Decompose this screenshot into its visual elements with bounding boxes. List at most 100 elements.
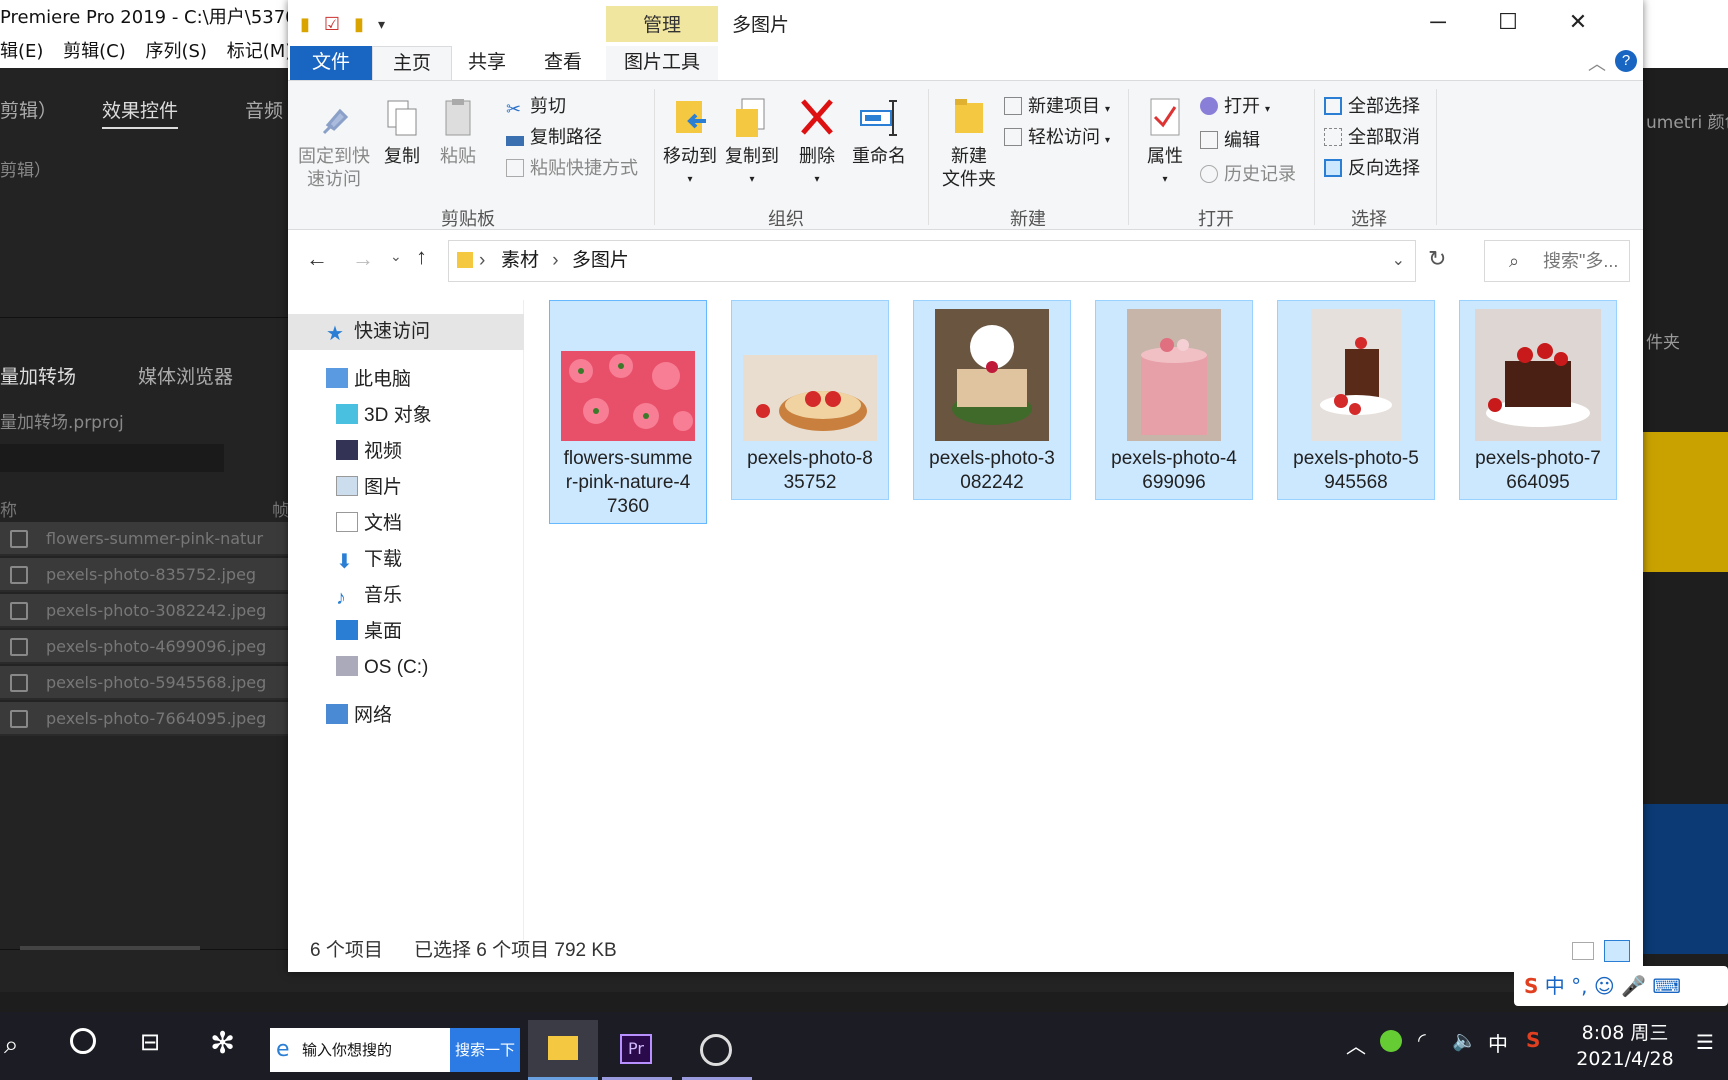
pin-quick-access-button[interactable]: 固定到快 速访问 bbox=[296, 95, 372, 191]
new-folder-qat-icon[interactable]: ▮ bbox=[354, 14, 364, 35]
delete-button[interactable]: 删除 ▾ bbox=[794, 95, 840, 191]
sogou-tray-icon[interactable]: S bbox=[1526, 1028, 1540, 1052]
history-button[interactable]: 历史记录 bbox=[1200, 161, 1296, 187]
forward-button[interactable]: → bbox=[352, 246, 374, 272]
menu-edit[interactable]: 辑(E) bbox=[0, 41, 43, 62]
manage-context-tab[interactable]: 管理 bbox=[606, 6, 718, 42]
sidebar-item-downloads[interactable]: ⬇ 下载 bbox=[336, 542, 402, 578]
easy-access-button[interactable]: 轻松访问 ▾ bbox=[1004, 124, 1110, 154]
file-item[interactable]: pexels-photo-5 945568 bbox=[1277, 300, 1435, 500]
tab-media-browser[interactable]: 媒体浏览器 bbox=[138, 362, 233, 389]
tab-view[interactable]: 查看 bbox=[524, 46, 602, 80]
task-view-icon[interactable]: ⊟ bbox=[140, 1028, 160, 1056]
menu-sequence[interactable]: 序列(S) bbox=[146, 41, 207, 62]
taskbar-premiere[interactable]: Pr bbox=[602, 1020, 672, 1080]
tab-effect-controls[interactable]: 效果控件 bbox=[102, 96, 179, 129]
project-item[interactable]: pexels-photo-5945568.jpeg bbox=[0, 666, 288, 700]
refresh-button[interactable]: ↻ bbox=[1428, 246, 1446, 272]
zoom-slider[interactable] bbox=[20, 946, 200, 950]
file-item[interactable]: pexels-photo-3 082242 bbox=[913, 300, 1071, 500]
pinwheel-app-icon[interactable]: ✻ bbox=[210, 1026, 235, 1061]
invert-selection-button[interactable]: 反向选择 bbox=[1324, 155, 1420, 181]
file-item[interactable]: flowers-summe r-pink-nature-4 7360 bbox=[549, 300, 707, 524]
search-icon[interactable]: ⌕ bbox=[4, 1030, 19, 1061]
sidebar-item-desktop[interactable]: 桌面 bbox=[336, 614, 402, 650]
sidebar-item-3d-objects[interactable]: 3D 对象 bbox=[336, 398, 432, 434]
sidebar-item-videos[interactable]: 视频 bbox=[336, 434, 402, 470]
ime-mode[interactable]: 中 bbox=[1545, 974, 1565, 998]
tab-picture-tools[interactable]: 图片工具 bbox=[606, 46, 718, 80]
breadcrumb-item[interactable]: 素材 bbox=[501, 250, 539, 271]
customize-qat-icon[interactable]: ▾ bbox=[378, 16, 385, 33]
select-all-button[interactable]: 全部选择 bbox=[1324, 93, 1420, 119]
new-item-button[interactable]: 新建项目 ▾ bbox=[1004, 93, 1110, 123]
sidebar-item-network[interactable]: 网络 bbox=[326, 698, 392, 734]
details-view-button[interactable] bbox=[1572, 942, 1594, 960]
keyboard-icon[interactable]: ⌨ bbox=[1652, 974, 1681, 998]
close-button[interactable]: ✕ bbox=[1543, 0, 1613, 44]
security-icon[interactable] bbox=[1380, 1030, 1402, 1052]
project-item[interactable]: pexels-photo-835752.jpeg bbox=[0, 558, 288, 592]
properties-qat-icon[interactable]: ☑ bbox=[324, 14, 340, 35]
clock[interactable]: 8:08 周三 2021/4/28 bbox=[1570, 1020, 1680, 1072]
address-dropdown-button[interactable]: ⌄ bbox=[1392, 241, 1405, 281]
open-button[interactable]: 打开 ▾ bbox=[1200, 93, 1270, 123]
rename-button[interactable]: 重命名 bbox=[846, 95, 912, 168]
sidebar-item-quick-access[interactable]: ★ 快速访问 bbox=[288, 314, 524, 350]
select-none-button[interactable]: 全部取消 bbox=[1324, 124, 1420, 150]
new-folder-button[interactable]: 新建 文件夹 bbox=[936, 95, 1002, 191]
copy-to-button[interactable]: 复制到 ▾ bbox=[722, 95, 782, 191]
column-name[interactable]: 称 bbox=[0, 496, 17, 521]
taskbar-search-button[interactable]: 搜索一下 bbox=[450, 1028, 520, 1072]
move-to-button[interactable]: 移动到 ▾ bbox=[660, 95, 720, 191]
minimize-button[interactable]: ─ bbox=[1403, 0, 1473, 44]
up-button[interactable]: ↑ bbox=[416, 244, 427, 270]
sidebar-item-os-drive[interactable]: OS (C:) bbox=[336, 650, 428, 686]
breadcrumb-item[interactable]: 多图片 bbox=[572, 250, 629, 271]
collapse-ribbon-icon[interactable]: ︿ bbox=[1588, 50, 1606, 76]
tab-audio[interactable]: 音频 bbox=[245, 96, 283, 123]
edit-button[interactable]: 编辑 bbox=[1200, 127, 1260, 153]
help-icon[interactable]: ? bbox=[1615, 50, 1637, 72]
tab-share[interactable]: 共享 bbox=[448, 46, 526, 80]
sidebar-item-this-pc[interactable]: 此电脑 bbox=[326, 362, 411, 398]
copy-button[interactable]: 复制 bbox=[376, 95, 428, 168]
emoji-icon[interactable]: ☺ bbox=[1594, 974, 1615, 998]
properties-button[interactable]: 属性 ▾ bbox=[1140, 95, 1190, 191]
taskbar-obs[interactable] bbox=[682, 1020, 752, 1080]
menu-marker[interactable]: 标记(M) bbox=[227, 41, 293, 62]
paste-button[interactable]: 粘贴 bbox=[432, 95, 484, 168]
wifi-icon[interactable]: ◜ bbox=[1418, 1028, 1426, 1052]
sidebar-item-documents[interactable]: 文档 bbox=[336, 506, 402, 542]
tab-source[interactable]: 剪辑） bbox=[0, 96, 57, 123]
microphone-icon[interactable]: 🎤 bbox=[1621, 974, 1646, 998]
cut-button[interactable]: ✂ 剪切 bbox=[506, 93, 566, 119]
show-hidden-icons[interactable]: ︿ bbox=[1346, 1030, 1366, 1059]
punctuation-icon[interactable]: °, bbox=[1571, 974, 1587, 998]
large-icons-view-button[interactable] bbox=[1604, 940, 1630, 962]
tab-home[interactable]: 主页 bbox=[372, 46, 453, 80]
project-item[interactable]: flowers-summer-pink-natur bbox=[0, 522, 288, 556]
sogou-icon[interactable]: S bbox=[1524, 974, 1538, 998]
taskbar-ime-mode[interactable]: 中 bbox=[1488, 1028, 1508, 1057]
project-item[interactable]: pexels-photo-3082242.jpeg bbox=[0, 594, 288, 628]
column-fps[interactable]: 帧 bbox=[272, 496, 289, 521]
address-bar[interactable]: › 素材 › 多图片 ⌄ bbox=[448, 240, 1416, 282]
sidebar-item-pictures[interactable]: 图片 bbox=[336, 470, 402, 506]
taskbar-explorer[interactable] bbox=[528, 1020, 598, 1080]
cortana-icon[interactable] bbox=[70, 1028, 96, 1054]
file-item[interactable]: pexels-photo-8 35752 bbox=[731, 300, 889, 500]
project-item[interactable]: pexels-photo-4699096.jpeg bbox=[0, 630, 288, 664]
back-button[interactable]: ← bbox=[306, 246, 328, 272]
recent-locations-button[interactable]: ⌄ bbox=[390, 248, 402, 265]
tab-file[interactable]: 文件 bbox=[290, 46, 372, 80]
notification-icon[interactable]: ☰ bbox=[1696, 1030, 1714, 1054]
copy-path-button[interactable]: 复制路径 bbox=[506, 124, 602, 150]
maximize-button[interactable]: ☐ bbox=[1473, 0, 1543, 44]
volume-icon[interactable]: 🔈 bbox=[1452, 1028, 1477, 1052]
project-item[interactable]: pexels-photo-7664095.jpeg bbox=[0, 702, 288, 736]
tab-project[interactable]: 量加转场 bbox=[0, 362, 76, 393]
folder-icon[interactable]: ▮ bbox=[300, 14, 310, 35]
sidebar-item-music[interactable]: ♪ 音乐 bbox=[336, 578, 402, 614]
paste-shortcut-button[interactable]: 粘贴快捷方式 bbox=[506, 155, 638, 181]
